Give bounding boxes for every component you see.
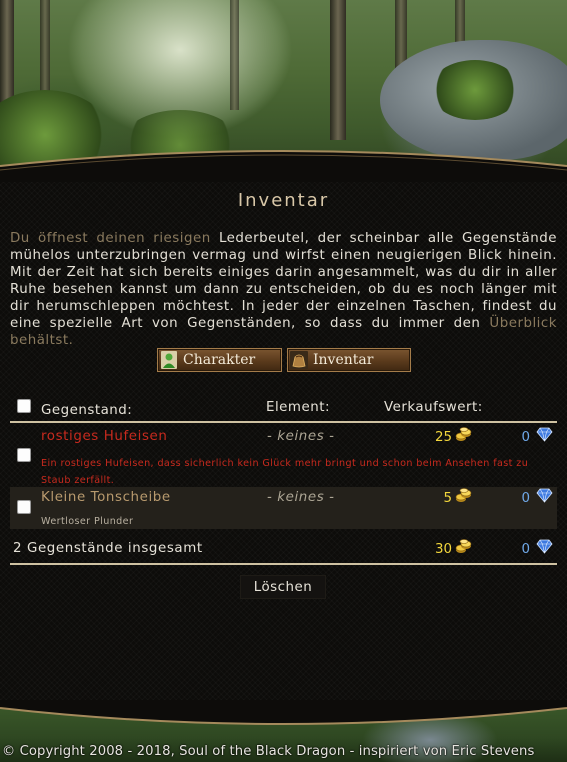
item-element: - keines - <box>267 429 335 444</box>
character-button[interactable]: Charakter <box>157 348 282 372</box>
delete-button[interactable]: Löschen <box>240 575 326 599</box>
inventory-button[interactable]: Inventar <box>287 348 411 372</box>
blue-gem-icon <box>536 488 553 507</box>
copyright-text: © Copyright 2008 - 2018, Soul of the Bla… <box>2 744 535 759</box>
select-all-checkbox[interactable] <box>17 399 31 413</box>
header-value: Verkaufswert: <box>384 400 483 415</box>
blue-gem-icon <box>536 427 553 446</box>
header-element: Element: <box>266 400 330 415</box>
banner-frame <box>0 150 567 182</box>
total-gold-value: 30 <box>434 542 452 557</box>
item-description: Wertloser Plunder <box>41 516 134 527</box>
item-name: rostiges Hufeisen <box>41 429 168 444</box>
item-gem-value: 0 <box>521 491 530 506</box>
item-description: Ein rostiges Hufeisen, dass sicherlich k… <box>41 458 529 486</box>
character-button-label: Charakter <box>183 352 256 368</box>
bag-icon <box>289 350 309 370</box>
intro-text: Du öffnest deinen riesigen Lederbeutel, … <box>10 230 557 349</box>
intro-text-part2: Lederbeutel, der scheinbar alle Gegenstä… <box>10 231 557 331</box>
page-title: Inventar <box>237 190 330 211</box>
total-divider <box>10 563 557 565</box>
header-divider <box>10 421 557 423</box>
total-label: 2 Gegenstände insgesamt <box>13 541 203 556</box>
item-name: Kleine Tonscheibe <box>41 490 171 505</box>
item-element: - keines - <box>267 490 335 505</box>
inventory-button-label: Inventar <box>313 352 374 368</box>
gold-coins-icon <box>455 427 472 446</box>
header-item: Gegenstand: <box>41 403 133 418</box>
gold-coins-icon <box>455 488 472 507</box>
gold-coins-icon <box>455 539 472 558</box>
item-gold-value: 25 <box>434 430 452 445</box>
total-gem-value: 0 <box>521 542 530 557</box>
item-gem-value: 0 <box>521 430 530 445</box>
row-checkbox[interactable] <box>17 500 31 514</box>
intro-text-part1: Du öffnest deinen riesigen <box>10 231 211 246</box>
blue-gem-icon <box>536 539 553 558</box>
character-icon <box>159 350 179 370</box>
item-gold-value: 5 <box>443 491 452 506</box>
footer-frame <box>0 700 567 725</box>
header-banner <box>0 0 567 182</box>
row-checkbox[interactable] <box>17 448 31 462</box>
